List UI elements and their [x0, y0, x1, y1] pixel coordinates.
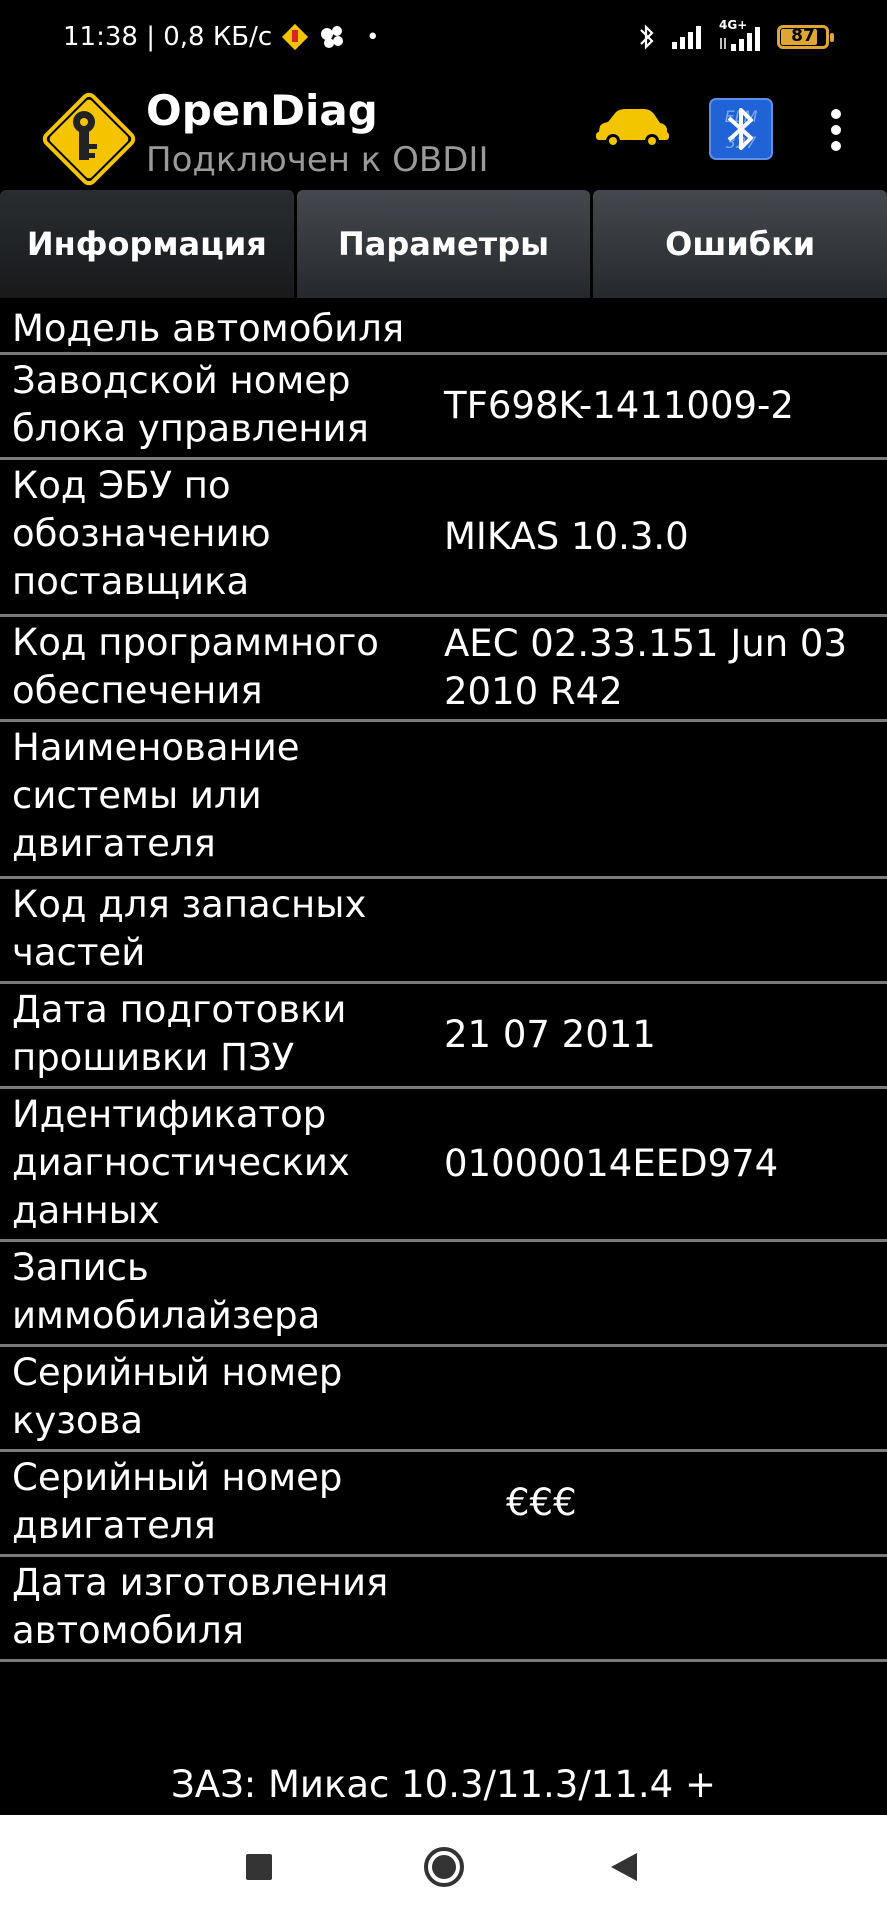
opendiag-logo-icon — [42, 92, 136, 186]
more-vert-icon[interactable] — [818, 106, 854, 156]
table-row: Наименование системы или двигателя — [0, 722, 887, 879]
home-circle-icon — [424, 1847, 464, 1887]
tab-bar: Информация Параметры Ошибки — [0, 190, 887, 298]
row-label: Серийный номер двигателя — [12, 1456, 343, 1547]
table-row: Серийный номер двигателя €€€ — [0, 1452, 887, 1557]
row-label: Модель автомобиля — [12, 307, 405, 350]
row-label: Код для запасных частей — [12, 883, 367, 974]
tab-parameters[interactable]: Параметры — [296, 190, 591, 298]
row-label: Код программного обеспечения — [12, 621, 379, 712]
opendiag-notification-icon — [280, 22, 311, 52]
ecu-protocol-caption: ЗАЗ: Микас 10.3/11.3/11.4 + — [171, 1763, 716, 1806]
row-value — [444, 1557, 887, 1659]
status-time: 11:38 | 0,8 КБ/с — [63, 22, 273, 52]
row-value — [444, 722, 887, 876]
table-row: Дата изготовления автомобиля — [0, 1557, 887, 1662]
row-value: 21 07 2011 — [444, 1013, 656, 1056]
row-value: 01000014EED974 — [444, 1142, 779, 1185]
status-left: 11:38 | 0,8 КБ/с • — [63, 22, 379, 52]
table-row: Идентификатор диагностических данных 010… — [0, 1089, 887, 1242]
status-dot: • — [366, 24, 380, 50]
tab-errors[interactable]: Ошибки — [593, 190, 887, 298]
signal-4g-icon: 4G+ — [719, 18, 763, 52]
row-value — [444, 1242, 887, 1344]
navigation-bar — [0, 1815, 887, 1920]
row-value: AEC 02.33.151 Jun 03 2010 R42 — [444, 622, 848, 713]
row-label: Заводской номер блока управления — [12, 359, 369, 450]
table-row: Код программного обеспечения AEC 02.33.1… — [0, 617, 887, 722]
row-value — [444, 879, 887, 981]
row-label: Серийный номер кузова — [12, 1351, 343, 1442]
cloud-dots-icon — [321, 26, 344, 48]
signal-bars-icon — [672, 26, 701, 49]
battery-level: 87 — [791, 26, 815, 46]
row-label: Код ЭБУ по обозначению поставщика — [12, 464, 271, 603]
row-value — [444, 1347, 887, 1449]
table-row: Серийный номер кузова — [0, 1347, 887, 1452]
table-row: Дата подготовки прошивки ПЗУ 21 07 2011 — [0, 984, 887, 1089]
bluetooth-elm327-icon[interactable]: ELM 327 — [709, 98, 773, 160]
table-row: Код ЭБУ по обозначению поставщика MIKAS … — [0, 460, 887, 617]
row-label: Дата подготовки прошивки ПЗУ — [12, 988, 347, 1079]
app-title: OpenDiag — [146, 86, 378, 135]
back-button[interactable] — [594, 1837, 654, 1897]
row-value — [444, 303, 887, 352]
battery-icon: 87 — [777, 25, 834, 49]
row-value: MIKAS 10.3.0 — [444, 515, 689, 558]
row-value: TF698K-1411009-2 — [444, 384, 794, 427]
home-button[interactable] — [414, 1837, 474, 1897]
status-bar: 11:38 | 0,8 КБ/с • 4G+ 87 — [0, 0, 887, 82]
info-table: Модель автомобиля Заводской номер блока … — [0, 303, 887, 1662]
status-right: 4G+ 87 — [637, 18, 834, 52]
row-label: Дата изготовления автомобиля — [12, 1561, 389, 1652]
recents-square-icon — [246, 1854, 272, 1880]
connection-status: Подключен к OBDII — [146, 140, 489, 180]
table-row: Заводской номер блока управления TF698K-… — [0, 355, 887, 460]
table-row: Запись иммобилайзера — [0, 1242, 887, 1347]
tab-info[interactable]: Информация — [0, 190, 294, 298]
app-bar: OpenDiag Подключен к OBDII ELM 327 — [0, 82, 887, 190]
row-label: Наименование системы или двигателя — [12, 726, 300, 865]
row-value: €€€ — [506, 1481, 577, 1524]
table-row: Код для запасных частей — [0, 879, 887, 984]
table-row: Модель автомобиля — [0, 303, 887, 355]
row-label: Запись иммобилайзера — [12, 1246, 321, 1337]
row-label: Идентификатор диагностических данных — [12, 1093, 350, 1232]
back-triangle-icon — [611, 1853, 637, 1881]
bluetooth-status-icon — [640, 24, 654, 50]
car-icon[interactable] — [594, 106, 670, 150]
recents-button[interactable] — [229, 1837, 289, 1897]
